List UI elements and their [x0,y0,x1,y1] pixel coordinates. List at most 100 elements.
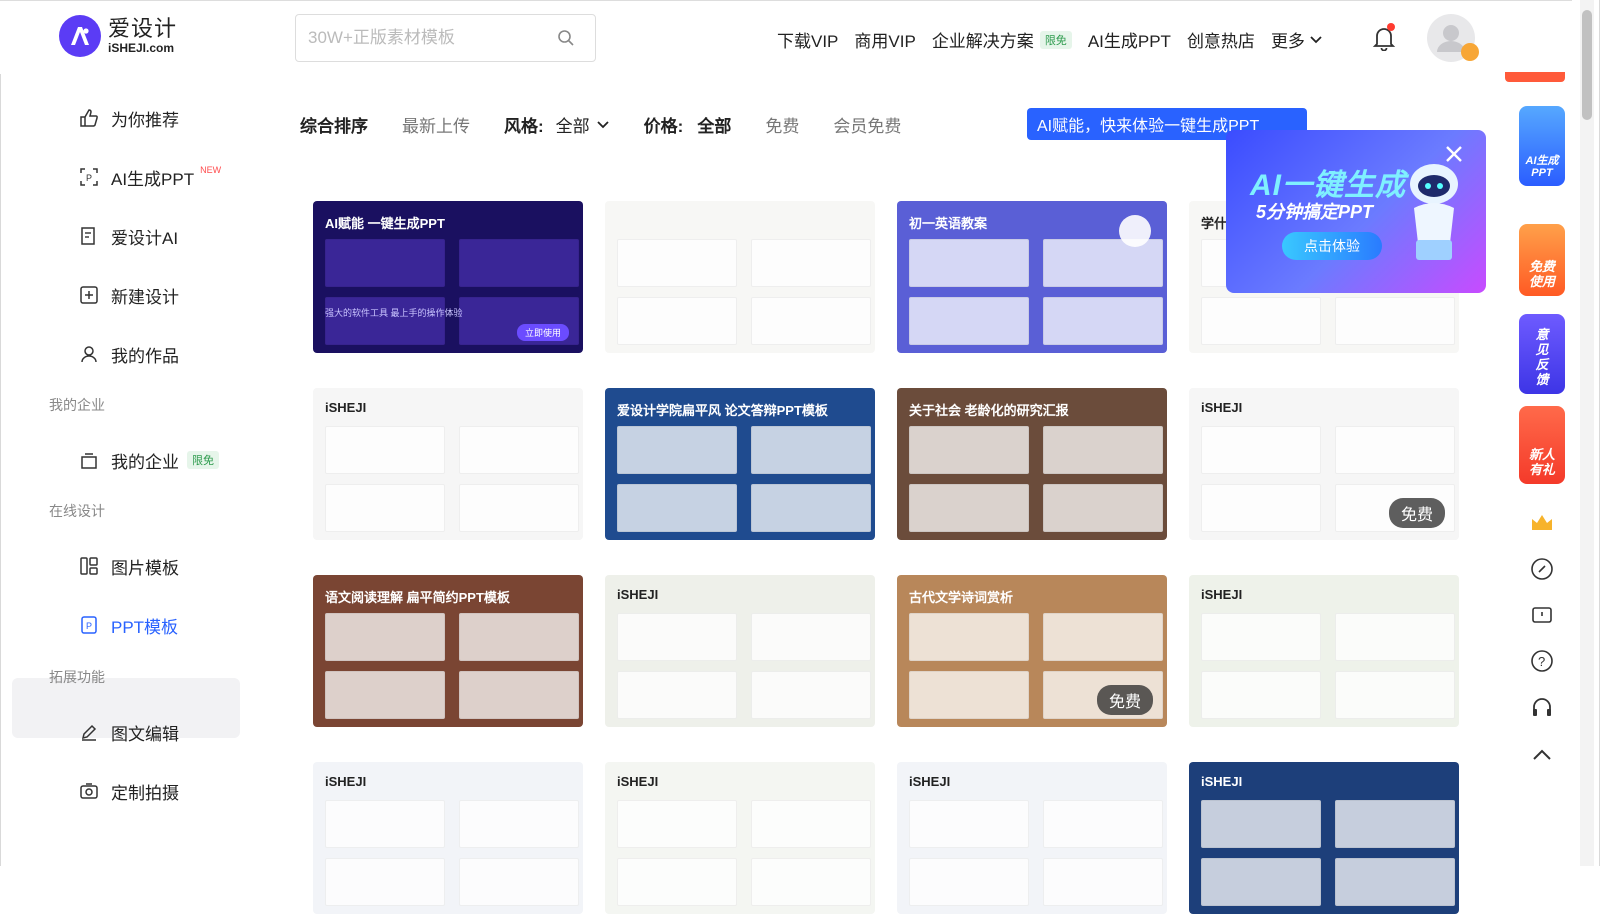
sidebar-item-isheji-ai[interactable]: 爱设计AI [79,222,178,250]
slide-thumbnail [909,800,1029,848]
crown-icon[interactable] [1529,510,1555,536]
slide-thumbnail [1201,426,1321,474]
template-card[interactable]: iSHEJI 免费 [1189,388,1459,540]
sort-newest[interactable]: 最新上传 [402,112,470,137]
style-filter[interactable]: 风格: 全部 [504,112,610,137]
template-title: iSHEJI [1201,400,1243,415]
sidebar-item-my-works[interactable]: 我的作品 [79,340,179,368]
chevron-down-icon [1310,35,1322,43]
template-card[interactable]: iSHEJI [897,762,1167,914]
page-scrollbar[interactable] [1580,0,1594,866]
price-member-free[interactable]: 会员免费 [833,112,901,137]
rail-free-use-button[interactable]: 免费使用 [1519,224,1565,296]
slide-thumbnail [459,800,579,848]
help-icon[interactable]: ? [1529,648,1555,674]
slide-thumbnail [617,671,737,719]
back-to-top-icon[interactable] [1529,742,1555,768]
sidebar-group-extensions: 拓展功能 [49,669,105,685]
slide-thumbnail [1201,671,1321,719]
slide-thumbnail [1335,858,1455,906]
nav-download-vip[interactable]: 下载VIP [777,27,838,52]
template-card[interactable]: iSHEJI [313,388,583,540]
search-input[interactable] [308,28,548,48]
template-card[interactable]: 爱设计学院扁平风 论文答辩PPT模板 [605,388,875,540]
slide-thumbnail [1201,613,1321,661]
nav-commercial-vip[interactable]: 商用VIP [854,27,915,52]
preview-eye-icon[interactable] [1119,215,1151,247]
template-card[interactable]: iSHEJI [605,575,875,727]
template-card[interactable]: iSHEJI [1189,575,1459,727]
notification-dot [1387,23,1395,31]
sidebar-label: 我的企业 [111,452,179,472]
sidebar-item-my-enterprise[interactable]: 我的企业 限免 [79,446,219,474]
slide-thumbnail [751,613,871,661]
nav-ai-ppt[interactable]: AI生成PPT [1088,27,1171,52]
template-card[interactable]: 语文阅读理解 扁平简约PPT模板 [313,575,583,727]
template-card[interactable]: 初一英语教案 [897,201,1167,353]
template-title: 古代文学诗词赏析 [909,590,1014,605]
sidebar-item-custom-shoot[interactable]: 定制拍摄 [79,777,179,805]
slide-thumbnail [909,297,1029,345]
price-free[interactable]: 免费 [765,112,799,137]
camera-icon [80,783,98,799]
sidebar-item-ai-ppt[interactable]: P AI生成PPT NEW [79,163,221,191]
slide-thumbnail [325,671,445,719]
nav-more-label: 更多 [1270,32,1305,51]
rail-gift-button[interactable]: 新人有礼 [1519,406,1565,484]
vip-crown-icon [1461,43,1479,61]
rail-ai-ppt-button[interactable]: AI生成PPT [1519,106,1565,186]
sidebar-item-new-design[interactable]: 新建设计 [79,281,179,309]
nav-creative-shop[interactable]: 创意热店 [1187,27,1255,52]
logo-text-en: iSHEJI.com [108,41,175,55]
template-card[interactable]: iSHEJI [1189,762,1459,914]
nav-enterprise[interactable]: 企业解决方案 限免 [932,27,1072,52]
free-badge: 免费 [1388,498,1445,528]
template-title: 关于社会 老龄化的研究汇报 [909,403,1069,418]
template-card[interactable]: AI赋能 一键生成PPT 强大的软件工具 最上手的操作体验 立即使用 [313,201,583,353]
sidebar-group-online: 在线设计 [49,503,105,519]
ai-promo-popup[interactable]: AI一键生成 5分钟搞定PPT 点击体验 [1226,130,1486,293]
template-card[interactable]: iSHEJI [313,762,583,914]
site-logo[interactable]: 爱设计 iSHEJI.com [59,15,177,57]
live-tv-icon[interactable] [1529,602,1555,628]
ppt-icon: P [81,616,97,634]
template-card[interactable]: 关于社会 老龄化的研究汇报 [897,388,1167,540]
slide-thumbnail [617,613,737,661]
slide-thumbnail [1335,297,1455,345]
slide-thumbnail [617,858,737,906]
headset-icon[interactable] [1529,694,1555,720]
price-all[interactable]: 全部 [697,112,731,137]
popup-subtitle: 5分钟搞定PPT [1256,202,1374,222]
slide-thumbnail [617,800,737,848]
rail-feedback-button[interactable]: 意见反馈 [1519,314,1565,394]
slide-thumbnail [459,484,579,532]
link-icon[interactable] [1529,556,1555,582]
template-card[interactable]: iSHEJI [605,762,875,914]
sort-comprehensive[interactable]: 综合排序 [300,112,368,137]
svg-text:P: P [86,621,92,631]
slide-thumbnail [751,426,871,474]
template-cta-button[interactable]: 立即使用 [516,324,569,341]
nav-more[interactable]: 更多 [1271,27,1323,52]
slide-thumbnail [1043,613,1163,661]
sidebar-item-image-templates[interactable]: 图片模板 [79,552,179,580]
sidebar-item-ppt-templates[interactable]: P PPT模板 [79,611,178,639]
template-card[interactable] [605,201,875,353]
sidebar-item-text-edit[interactable]: 图文编辑 [79,718,179,746]
slide-thumbnail [1043,800,1163,848]
search-icon[interactable] [557,29,575,47]
slide-thumbnail [751,800,871,848]
nav-enterprise-label: 企业解决方案 [931,32,1034,51]
sidebar-label: 图文编辑 [111,724,179,744]
slide-thumbnail [459,426,579,474]
slide-thumbnail [459,239,579,287]
building-icon [81,453,97,469]
style-value: 全部 [555,117,590,136]
popup-try-button[interactable]: 点击体验 [1282,232,1382,260]
sidebar-item-recommend[interactable]: 为你推荐 [79,104,179,132]
scrollbar-thumb[interactable] [1582,10,1592,120]
pen-icon [81,724,97,741]
rail-ai-ppt-label: AI生成PPT [1525,154,1559,180]
search-box[interactable] [295,14,596,62]
template-card[interactable]: 古代文学诗词赏析 免费 [897,575,1167,727]
